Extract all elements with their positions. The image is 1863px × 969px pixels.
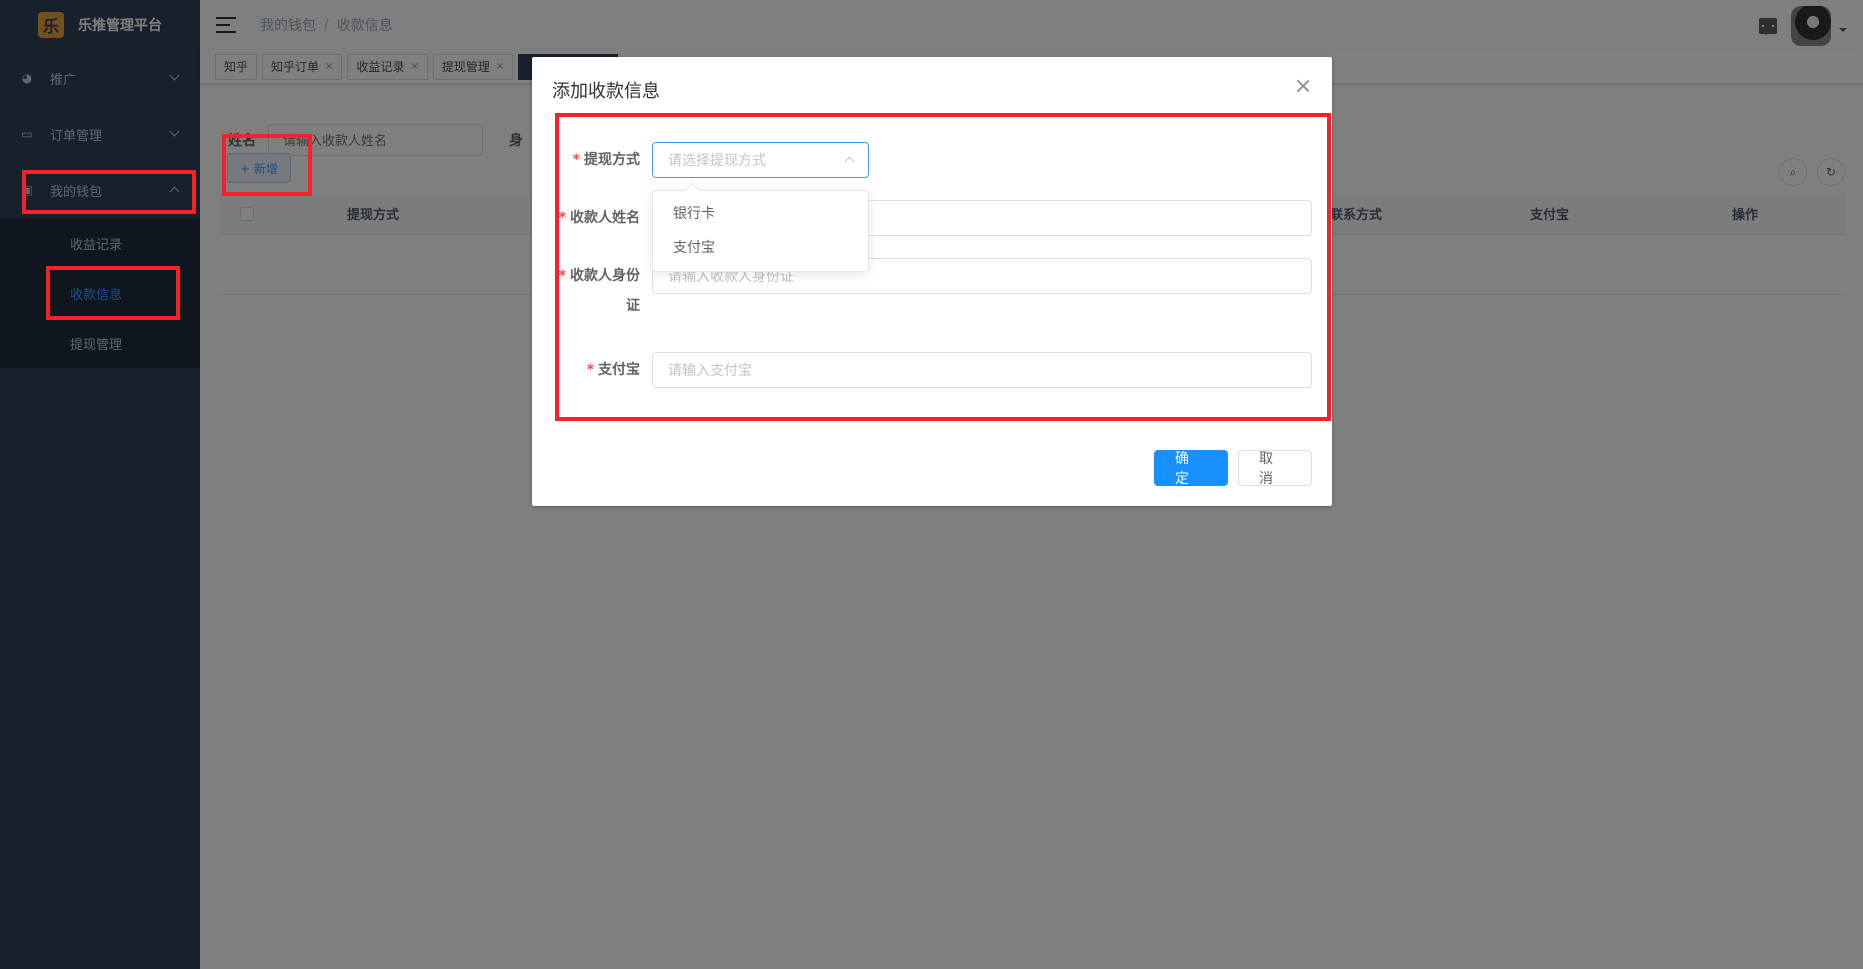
payee-id-label-line2: 证: [626, 298, 640, 314]
payee-name-label: * 收款人姓名: [532, 208, 640, 228]
required-mark: *: [558, 210, 566, 226]
required-mark: *: [586, 362, 594, 378]
dialog-footer: 确 定 取 消: [1144, 450, 1312, 487]
label-text: 收款人姓名: [570, 210, 640, 226]
dropdown-option-alipay[interactable]: 支付宝: [653, 231, 868, 265]
add-payee-dialog: 添加收款信息 *提现方式 *收款人姓名 *收款人身份 证 *支付宝 银行卡 支付…: [532, 57, 1332, 506]
label-text: 收款人身份: [570, 268, 640, 284]
close-icon[interactable]: [1296, 79, 1310, 93]
method-dropdown: 银行卡 支付宝: [652, 190, 869, 272]
label-text: 提现方式: [584, 152, 640, 168]
payee-id-label: * 收款人身份: [532, 266, 640, 286]
method-label: * 提现方式: [532, 150, 640, 170]
alipay-label: * 支付宝: [532, 360, 640, 380]
dialog-title: 添加收款信息: [552, 81, 660, 102]
label-text: 支付宝: [598, 362, 640, 378]
required-mark: *: [558, 268, 566, 284]
withdraw-method-select[interactable]: [652, 142, 869, 178]
required-mark: *: [572, 152, 580, 168]
alipay-input[interactable]: [652, 352, 1312, 388]
dropdown-option-bank-card[interactable]: 银行卡: [653, 197, 868, 231]
cancel-button[interactable]: 取 消: [1238, 450, 1312, 487]
confirm-button[interactable]: 确 定: [1154, 450, 1228, 487]
